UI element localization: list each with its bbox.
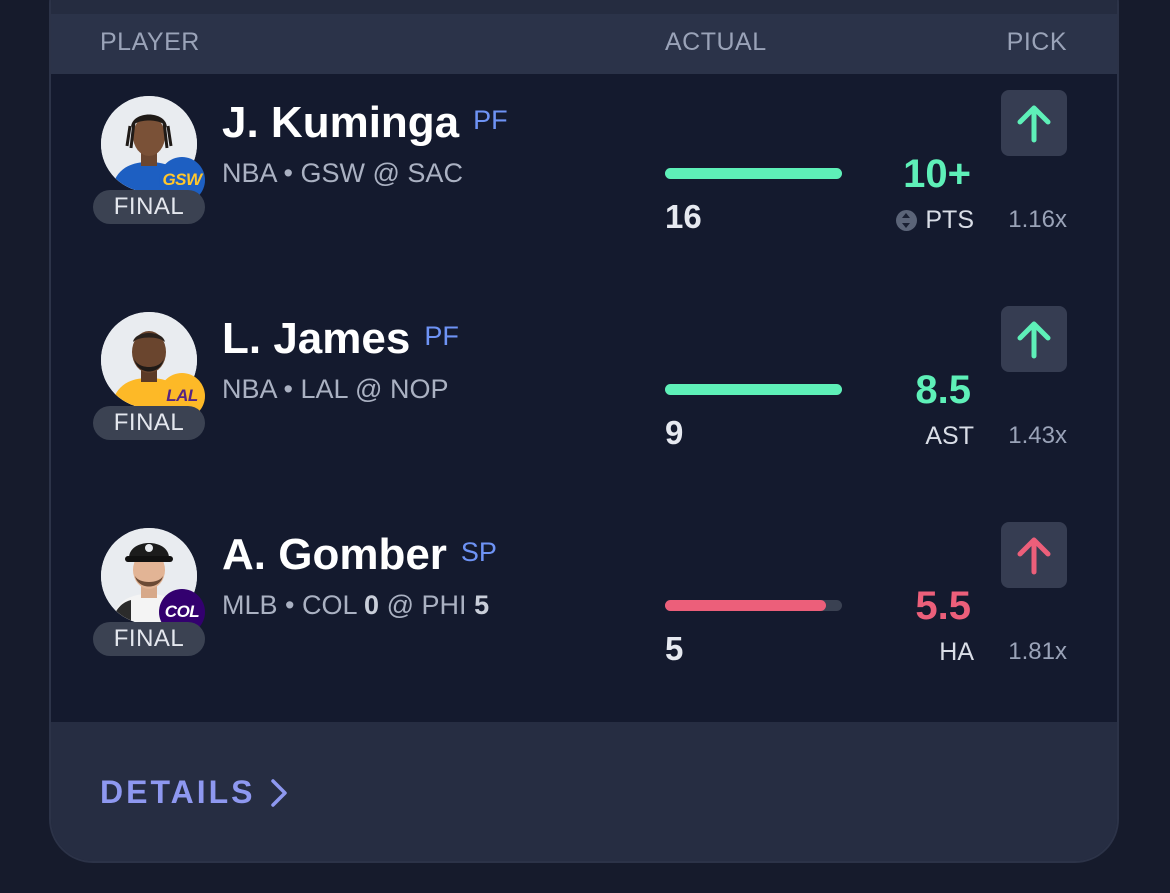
pick-more-button[interactable] [1001, 306, 1067, 372]
player-name: L. James [222, 314, 411, 363]
arrow-up-icon [1017, 537, 1051, 575]
projection-line: 8.5 [915, 368, 971, 412]
payout-multiplier: 1.16x [1008, 206, 1067, 233]
player-position: PF [424, 321, 459, 351]
details-link[interactable]: DETAILS [100, 774, 288, 811]
league-label: NBA [222, 374, 277, 404]
pick-more-button[interactable] [1001, 522, 1067, 588]
actual-column-header: ACTUAL [665, 28, 767, 56]
actual-value: 5 [665, 630, 684, 667]
home-score: 5 [474, 590, 490, 620]
matchup-at: @ [386, 590, 415, 620]
card-top-strip [51, 0, 1117, 14]
game-matchup: NBA • GSW @ SAC [222, 158, 463, 189]
progress-track [665, 168, 842, 179]
away-team: COL [302, 590, 357, 620]
projection-line: 5.5 [915, 584, 971, 628]
chevron-right-icon [270, 778, 287, 807]
stat-type: PTS [896, 206, 974, 235]
arrow-up-icon [1017, 105, 1051, 143]
details-label: DETAILS [100, 774, 256, 810]
progress-fill [665, 384, 842, 395]
player-name: J. Kuminga [222, 98, 460, 147]
player-position: PF [473, 105, 508, 135]
game-matchup: MLB • COL 0 @ PHI 5 [222, 590, 489, 621]
stat-type: AST [925, 422, 974, 451]
stat-label: AST [925, 422, 974, 450]
progress-fill [665, 600, 827, 611]
lineup-card: PLAYER ACTUAL PICK GSW FINAL J. Kuminga … [49, 0, 1119, 863]
away-score: 0 [364, 590, 380, 620]
stat-type: HA [939, 638, 974, 667]
alternate-line-icon [896, 210, 918, 231]
player-name: A. Gomber [222, 530, 447, 579]
actual-value: 9 [665, 414, 684, 451]
avatar-group: GSW FINAL [93, 96, 206, 228]
game-status-badge: FINAL [93, 622, 205, 656]
projection-line: 10+ [903, 152, 971, 196]
progress-fill [665, 168, 842, 179]
player-rows: GSW FINAL J. Kuminga PF NBA • GSW @ SAC 1… [51, 74, 1117, 722]
league-label: MLB [222, 590, 278, 620]
table-header: PLAYER ACTUAL PICK [51, 14, 1117, 74]
game-status-badge: FINAL [93, 406, 205, 440]
player-name-line: L. James PF [222, 314, 459, 364]
payout-multiplier: 1.43x [1008, 422, 1067, 449]
avatar-group: COL FINAL [93, 528, 206, 660]
player-row[interactable]: GSW FINAL J. Kuminga PF NBA • GSW @ SAC 1… [51, 74, 1117, 290]
home-team: PHI [421, 590, 467, 620]
league-label: NBA [222, 158, 277, 188]
separator-dot: • [285, 590, 295, 620]
payout-multiplier: 1.81x [1008, 638, 1067, 665]
stat-label: PTS [925, 206, 974, 234]
pick-more-button[interactable] [1001, 90, 1067, 156]
avatar-group: LAL FINAL [93, 312, 206, 444]
matchup-teams: GSW @ SAC [300, 158, 463, 188]
player-position: SP [460, 537, 497, 567]
player-name-line: J. Kuminga PF [222, 98, 508, 148]
pick-column-header: PICK [1006, 28, 1067, 56]
progress-track [665, 384, 842, 395]
player-row[interactable]: LAL FINAL L. James PF NBA • LAL @ NOP 9 8… [51, 290, 1117, 506]
card-footer: DETAILS [51, 722, 1117, 861]
separator-dot: • [283, 374, 293, 404]
separator-dot: • [283, 158, 293, 188]
player-row[interactable]: COL FINAL A. Gomber SP MLB • COL 0 @ PHI … [51, 506, 1117, 722]
progress-track [665, 600, 842, 611]
player-name-line: A. Gomber SP [222, 530, 497, 580]
actual-value: 16 [665, 198, 702, 235]
player-column-header: PLAYER [100, 28, 200, 56]
stat-label: HA [939, 638, 974, 666]
matchup-teams: LAL @ NOP [300, 374, 449, 404]
arrow-up-icon [1017, 321, 1051, 359]
game-status-badge: FINAL [93, 190, 205, 224]
game-matchup: NBA • LAL @ NOP [222, 374, 448, 405]
